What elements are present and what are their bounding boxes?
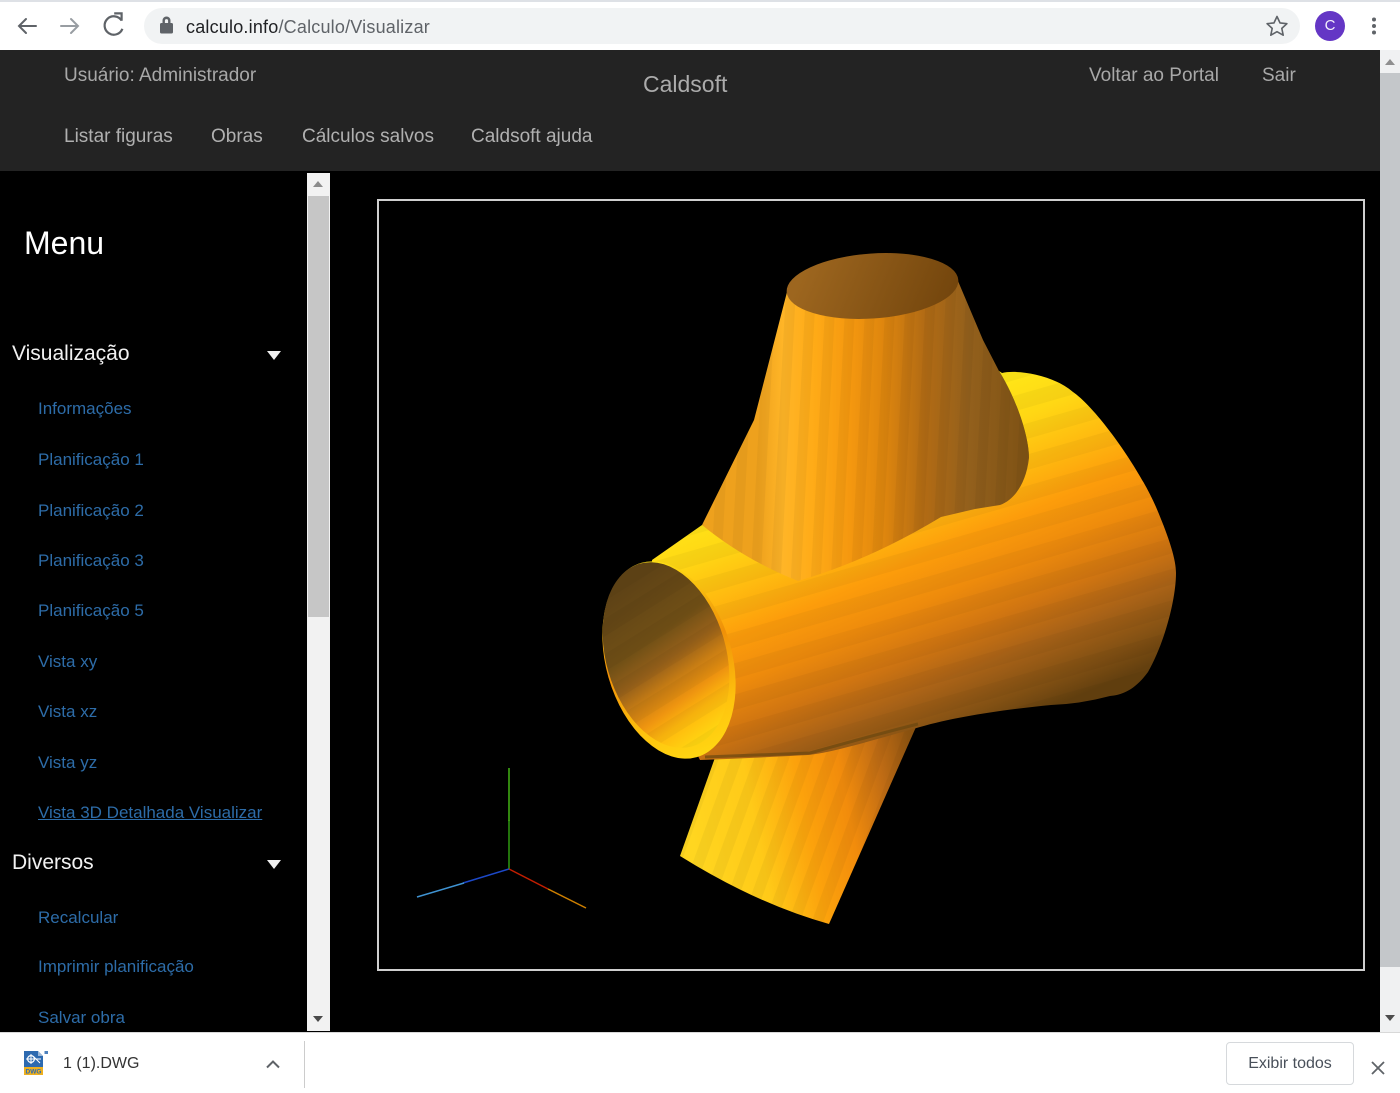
svg-text:DWG: DWG: [26, 1069, 42, 1076]
